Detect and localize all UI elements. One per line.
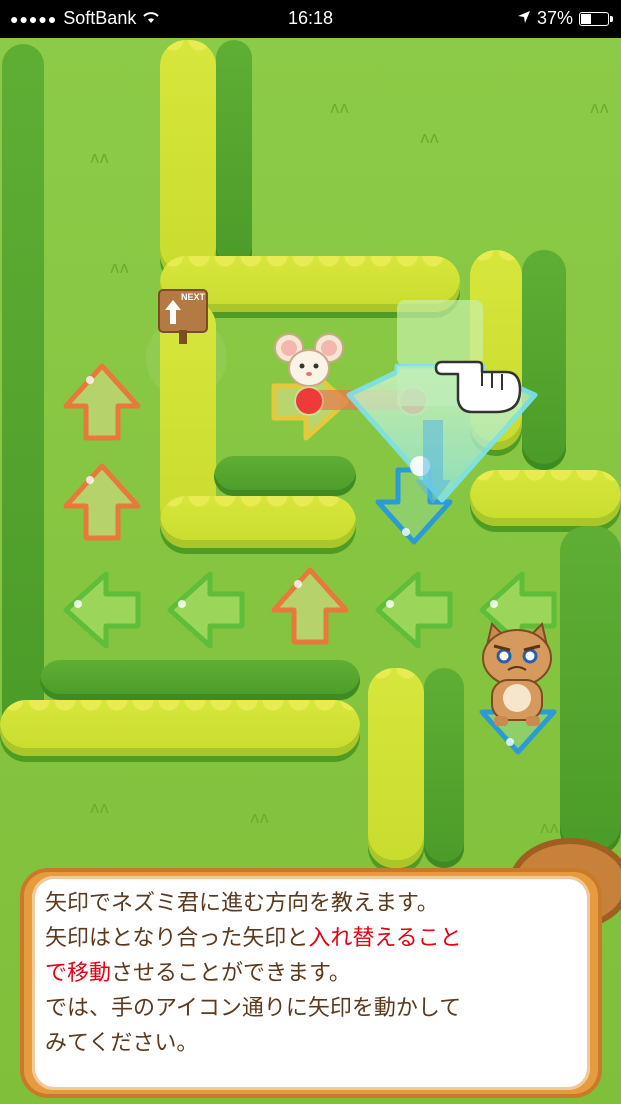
arrow-tile-left[interactable] [166,570,246,650]
swap-guide-start-dot [296,388,322,414]
tutorial-line-2-text: 矢印はとなり合った矢印と [45,926,309,951]
next-sign: NEXT [155,286,211,346]
location-icon [517,8,531,29]
arrow-tile-up[interactable] [62,462,142,542]
hedge-wall [160,496,356,548]
tutorial-line-3-highlight: で移動 [45,961,112,986]
grass-tuft: ᴧᴧ [250,808,269,827]
cat-character [474,620,560,730]
grass-tuft: ᴧᴧ [90,798,109,817]
grass-tuft: ᴧᴧ [420,128,439,147]
hedge-wall [424,668,464,868]
tutorial-line-5: みてください。 [45,1031,199,1056]
hedge-wall [214,456,356,496]
hedge-wall [216,40,252,270]
grass-tuft: ᴧᴧ [540,818,559,837]
grass-tuft: ᴧᴧ [90,148,109,167]
tutorial-line-3-text: させることができます。 [111,961,351,986]
grass-tuft: ᴧᴧ [330,98,349,117]
tutorial-line-2: 矢印はとなり合った矢印と入れ替えること [45,921,575,956]
grass-tuft: ᴧᴧ [590,98,609,117]
hedge-wall [368,668,424,868]
hedge-wall [2,44,44,744]
grass-tuft: ᴧᴧ [110,258,129,277]
arrow-tile-up[interactable] [270,566,350,646]
hedge-wall [160,40,216,280]
tutorial-line-2-highlight: 入れ替えること [308,926,462,951]
next-sign-label: NEXT [181,292,206,302]
pointing-hand-icon [432,356,524,416]
hedge-wall [0,700,360,756]
arrow-tile-left[interactable] [374,570,454,650]
hedge-wall [560,526,621,856]
tutorial-line-3: で移動させることができます。 [45,956,575,991]
status-bar: ●●●●● SoftBank 16:18 37% [0,0,621,38]
battery-percent: 37% [536,8,573,28]
battery-icon [579,11,613,26]
arrow-tile-left[interactable] [62,570,142,650]
mouse-character [273,330,345,392]
tutorial-message: 矢印でネズミ君に進む方向を教えます。 矢印はとなり合った矢印と入れ替えること で… [45,886,575,1061]
arrow-tile-up[interactable] [62,362,142,442]
tutorial-line-4: では、手のアイコン通りに矢印を動かして [45,996,462,1021]
hedge-wall [40,660,360,700]
tutorial-line-1: 矢印でネズミ君に進む方向を教えます。 [45,891,439,916]
